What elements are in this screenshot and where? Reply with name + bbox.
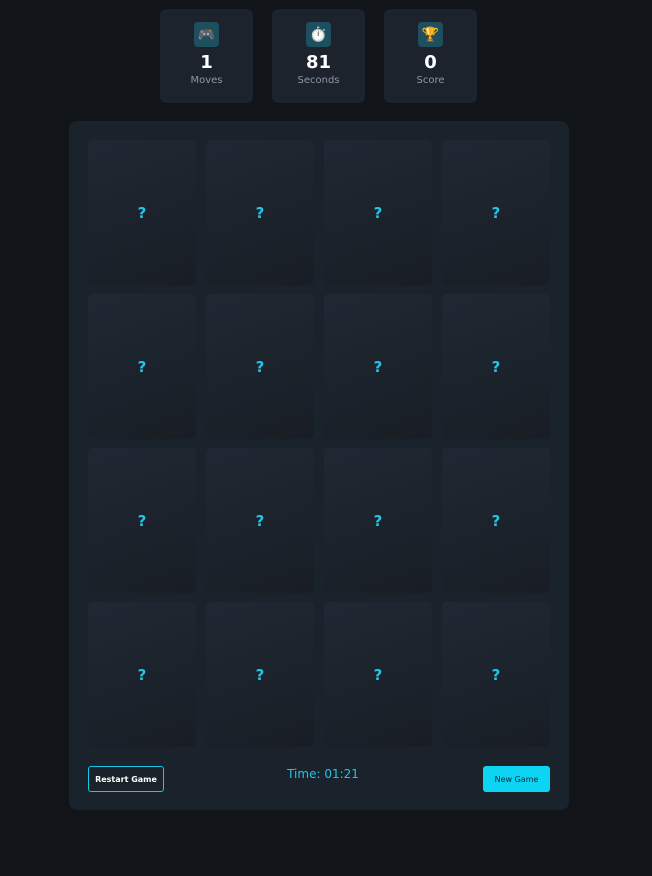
- gamepad-icon: 🎮: [194, 22, 219, 47]
- game-board: ? ? ? ? ? ? ? ? ? ? ? ? ? ? ? ? Restart …: [69, 121, 569, 810]
- score-label: Score: [416, 75, 445, 86]
- seconds-stat: ⏱️ 81 Seconds: [272, 9, 365, 103]
- memory-card[interactable]: ?: [206, 140, 314, 285]
- moves-value: 1: [200, 52, 213, 73]
- memory-card[interactable]: ?: [324, 448, 432, 593]
- new-game-button[interactable]: New Game: [483, 766, 550, 792]
- memory-card[interactable]: ?: [324, 294, 432, 439]
- memory-card[interactable]: ?: [442, 140, 550, 285]
- memory-card[interactable]: ?: [206, 602, 314, 747]
- memory-card[interactable]: ?: [442, 294, 550, 439]
- memory-card[interactable]: ?: [324, 602, 432, 747]
- moves-label: Moves: [190, 75, 223, 86]
- trophy-icon: 🏆: [418, 22, 443, 47]
- memory-card[interactable]: ?: [206, 294, 314, 439]
- seconds-label: Seconds: [297, 75, 340, 86]
- moves-stat: 🎮 1 Moves: [160, 9, 253, 103]
- score-stat: 🏆 0 Score: [384, 9, 477, 103]
- score-value: 0: [424, 52, 437, 73]
- memory-card[interactable]: ?: [88, 448, 196, 593]
- seconds-value: 81: [305, 52, 332, 73]
- memory-card[interactable]: ?: [88, 602, 196, 747]
- memory-card[interactable]: ?: [442, 602, 550, 747]
- stats-bar: 🎮 1 Moves ⏱️ 81 Seconds 🏆 0 Score: [160, 9, 478, 103]
- memory-card[interactable]: ?: [324, 140, 432, 285]
- card-grid: ? ? ? ? ? ? ? ? ? ? ? ? ? ? ? ?: [88, 140, 550, 747]
- memory-card[interactable]: ?: [206, 448, 314, 593]
- memory-card[interactable]: ?: [88, 294, 196, 439]
- timer-text: Time: 01:21: [287, 767, 359, 781]
- memory-card[interactable]: ?: [442, 448, 550, 593]
- memory-card[interactable]: ?: [88, 140, 196, 285]
- stopwatch-icon: ⏱️: [306, 22, 331, 47]
